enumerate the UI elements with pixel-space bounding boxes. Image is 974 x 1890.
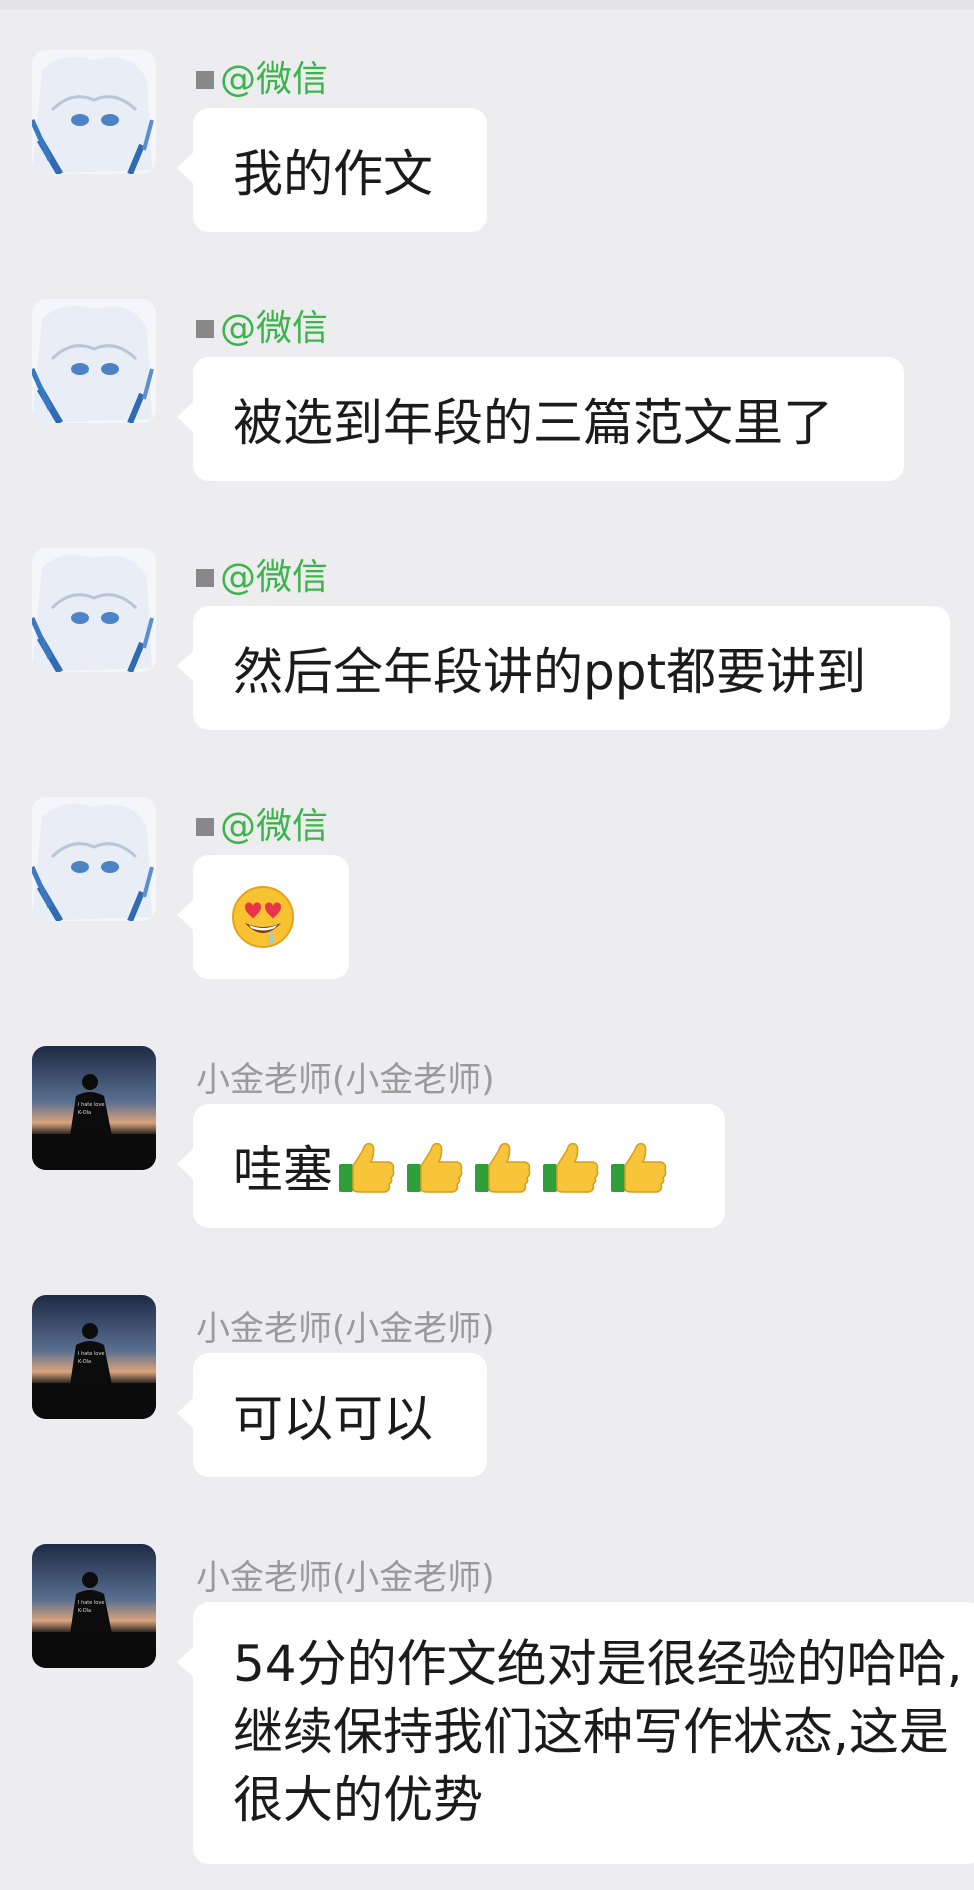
- avatar-silhouette[interactable]: I hate love K-Ola: [32, 1295, 156, 1419]
- sender-prefix-icon: [196, 569, 214, 587]
- message-text: 54分的作文绝对是很经验的哈哈,继续保持我们这种写作状态,这是很大的优势: [233, 1635, 963, 1829]
- sender-name: 小金老师(小金老师): [196, 1060, 495, 1100]
- message-bubble[interactable]: 被选到年段的三篇范文里了: [177, 357, 904, 481]
- sender-name: @微信: [196, 805, 328, 849]
- sender-name: 小金老师(小金老师): [196, 1558, 495, 1598]
- message-text: 可以可以: [233, 1390, 433, 1448]
- message-bubble[interactable]: 我的作文: [177, 108, 487, 232]
- avatar-anime-girl[interactable]: [32, 50, 156, 174]
- message-bubble[interactable]: 哇塞: [177, 1104, 725, 1228]
- svg-text:I hate love: I hate love: [78, 1600, 104, 1606]
- thumbs-up-icon: [543, 1142, 599, 1193]
- svg-text:I hate love: I hate love: [78, 1102, 104, 1108]
- sender-name: @微信: [196, 307, 328, 351]
- sender-prefix-icon: [196, 71, 214, 89]
- thumbs-up-icon: [339, 1142, 395, 1193]
- thumbs-up-icon: [475, 1142, 531, 1193]
- avatar-silhouette[interactable]: I hate love K-Ola: [32, 1544, 156, 1668]
- thumbs-up-icon: [611, 1142, 667, 1193]
- message-bubble[interactable]: [177, 855, 349, 979]
- sender-prefix-icon: [196, 320, 214, 338]
- message-bubble[interactable]: 可以可以: [177, 1353, 487, 1477]
- avatar-anime-girl[interactable]: [32, 299, 156, 423]
- thumbs-up-row: [337, 1136, 669, 1196]
- svg-text:K-Ola: K-Ola: [78, 1110, 91, 1116]
- sender-name: 小金老师(小金老师): [196, 1309, 495, 1349]
- thumbs-up-icon: [407, 1142, 463, 1193]
- sender-prefix-icon: [196, 818, 214, 836]
- avatar-anime-girl[interactable]: [32, 797, 156, 921]
- message-text: 我的作文: [233, 145, 433, 203]
- svg-text:K-Ola: K-Ola: [78, 1359, 91, 1365]
- message-text: 哇塞: [233, 1141, 333, 1199]
- sender-name: @微信: [196, 58, 328, 102]
- avatar-silhouette[interactable]: I hate love K-Ola: [32, 1046, 156, 1170]
- message-text: 然后全年段讲的ppt都要讲到: [233, 643, 867, 701]
- avatar-anime-girl[interactable]: [32, 548, 156, 672]
- svg-text:I hate love: I hate love: [78, 1351, 104, 1357]
- heart-eyes-drooling-emoji-icon: [232, 886, 294, 948]
- svg-text:K-Ola: K-Ola: [78, 1608, 91, 1614]
- message-text: 被选到年段的三篇范文里了: [233, 394, 833, 452]
- sender-name: @微信: [196, 556, 328, 600]
- top-edge: [0, 0, 974, 10]
- message-bubble[interactable]: 54分的作文绝对是很经验的哈哈,继续保持我们这种写作状态,这是很大的优势: [177, 1602, 974, 1864]
- message-bubble[interactable]: 然后全年段讲的ppt都要讲到: [177, 606, 950, 730]
